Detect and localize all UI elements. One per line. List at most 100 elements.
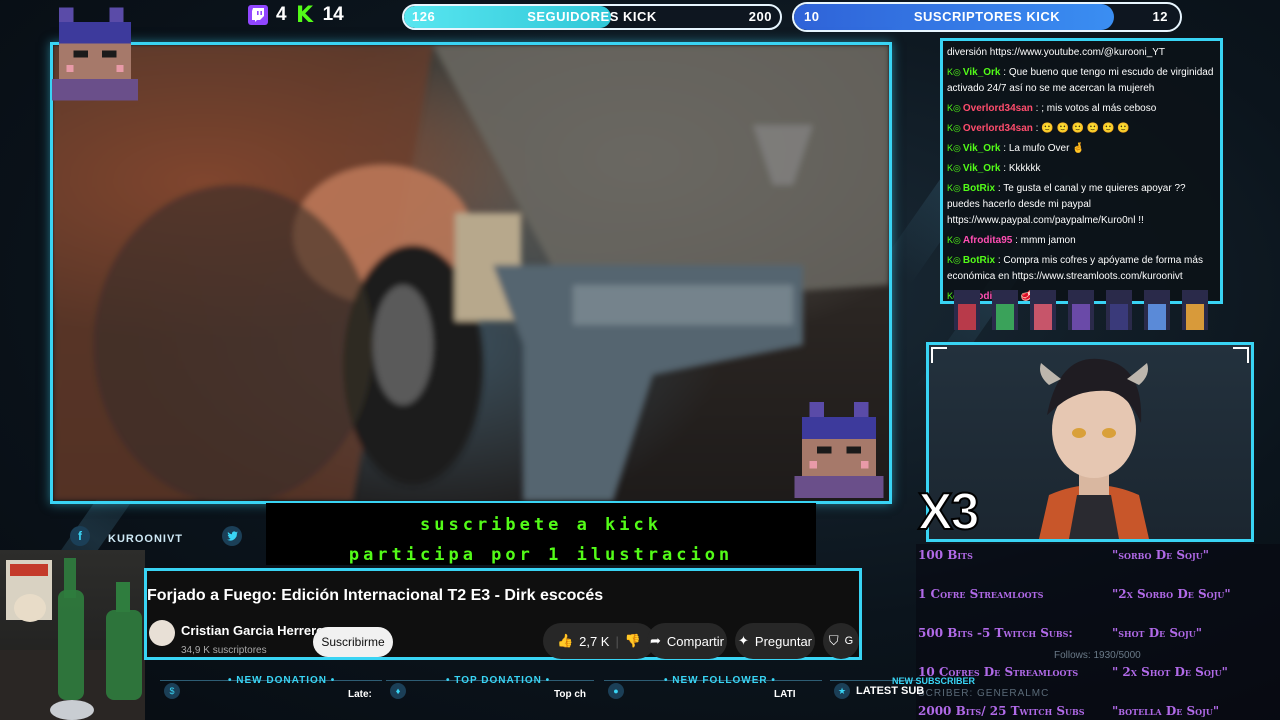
new-donation-value: Late: [348, 689, 372, 700]
chat-text: : ; mis votos al más ceboso [1032, 103, 1157, 114]
reward-prize: "2x Sorbo De Soju" [1112, 587, 1231, 601]
new-follower-value: LATI [774, 689, 796, 700]
twitter-icon[interactable] [222, 526, 242, 546]
chat-message: K◎ Vik_Ork : Que bueno que tengo mi escu… [947, 64, 1216, 97]
share-button[interactable]: ➦ Compartir [647, 623, 727, 659]
kick-badge-icon: K◎ [947, 235, 961, 245]
kick-badge-icon: K◎ [947, 143, 961, 153]
share-label: Compartir [666, 633, 724, 649]
like-count: 2,7 K [579, 633, 610, 649]
follower-icon: ● [608, 683, 624, 699]
video-content [53, 45, 889, 501]
video-frame-image [53, 45, 889, 501]
top-donation-icon: ♦ [390, 683, 406, 699]
chat-text: : La mufo Over 🤞 [1000, 143, 1085, 154]
chat-username[interactable]: Afrodita95 [963, 235, 1012, 246]
chat-text: : mmm jamon [1012, 235, 1076, 246]
chat-username[interactable]: BotRix [963, 183, 995, 194]
desk-scene [0, 558, 145, 720]
donation-icon: $ [164, 683, 180, 699]
reward-condition: 100 Bits [918, 548, 973, 562]
chat-username[interactable]: Overlord34san [963, 103, 1033, 114]
reward-row: 500 Bits -5 Twitch Subs: "shot De Soju" [916, 626, 1280, 646]
followers-goal-bar: 126 SEGUIDORES KICK 200 [402, 4, 782, 30]
subs-goal-bar: 10 SUSCRIPTORES KICK 12 [792, 2, 1182, 32]
kick-icon: K [296, 2, 314, 28]
chat-message: K◎ Overlord34san : 🙂 🙂 🙂 🙂 🙂 🙂 [947, 120, 1216, 137]
new-subscriber-label: NEW SUBSCRIBER [892, 676, 976, 686]
chat-text: diversión https://www.youtube.com/@kuroo… [947, 47, 1166, 58]
reward-prize: "sorbo De Soju" [1112, 548, 1210, 562]
desk-camera [0, 550, 145, 720]
reward-prize: " 2x Shot De Soju" [1112, 665, 1228, 679]
like-dislike-group[interactable]: 👍 2,7 K | 👎 [543, 623, 655, 659]
ask-button[interactable]: ✦ Preguntar [735, 623, 815, 659]
twitch-icon [248, 5, 268, 25]
pixel-mascot-icon [52, 7, 138, 101]
chat-text: : Kkkkkk [1000, 163, 1041, 174]
reward-condition: 1 Cofre Streamloots [918, 587, 1044, 601]
subscriber-overlay: SCRIBER: GENERALMC [918, 688, 1050, 699]
thumbs-down-icon[interactable]: 👎 [625, 633, 641, 649]
thumbs-up-icon[interactable]: 👍 [557, 633, 573, 649]
ticker-new-donation: $ • NEW DONATION • Late: [160, 675, 382, 707]
reward-condition: 2000 Bits/ 25 Twitch Subs [918, 704, 1085, 718]
new-follower-label: • NEW FOLLOWER • [664, 675, 776, 686]
facebook-handle[interactable]: KUROONIVT [108, 533, 183, 545]
pixel-characters-row [954, 290, 1208, 330]
chat-username[interactable]: Vik_Ork [963, 143, 1001, 154]
chat-panel[interactable]: diversión https://www.youtube.com/@kuroo… [940, 38, 1223, 304]
facebook-icon[interactable]: f [70, 526, 90, 546]
youtube-info-panel: Forjado a Fuego: Edición Internacional T… [144, 568, 862, 660]
kick-viewer-count: 14 [322, 4, 344, 25]
new-donation-label: • NEW DONATION • [228, 675, 336, 686]
kick-badge-icon: K◎ [947, 163, 961, 173]
latest-sub-label: LATEST SUB [856, 685, 925, 697]
reward-prize: "botella De Soju" [1112, 704, 1220, 718]
reward-condition: 500 Bits -5 Twitch Subs: [918, 626, 1073, 640]
banner-line-1: suscribete a kick [420, 515, 662, 535]
chat-message: K◎ Vik_Ork : La mufo Over 🤞 [947, 140, 1216, 157]
chat-text: : 🙂 🙂 🙂 🙂 🙂 🙂 [1032, 123, 1130, 134]
channel-name[interactable]: Cristian Garcia Herrero [181, 623, 324, 638]
chat-message: K◎ BotRix : Te gusta el canal y me quier… [947, 180, 1216, 229]
chat-message: K◎ Vik_Ork : Kkkkkk [947, 160, 1216, 177]
chat-username[interactable]: Overlord34san [963, 123, 1033, 134]
save-label: G [844, 635, 854, 647]
pixel-mascot-icon [794, 402, 884, 498]
twitch-viewer-count: 4 [276, 4, 287, 25]
followers-goal-target: 200 [748, 9, 772, 24]
kick-promo-banner: suscribete a kick participa por 1 ilustr… [266, 503, 816, 565]
chat-username[interactable]: BotRix [963, 255, 995, 266]
ask-label: Preguntar [754, 633, 812, 649]
save-button[interactable]: ⛉ G [823, 623, 859, 659]
chat-message: K◎ Afrodita95 : mmm jamon [947, 232, 1216, 249]
reward-row: 100 Bits "sorbo De Soju" [916, 548, 1280, 568]
kick-badge-icon: K◎ [947, 255, 961, 265]
channel-avatar[interactable] [149, 620, 175, 646]
main-video-frame[interactable] [50, 42, 892, 504]
frame-corner [1233, 347, 1249, 363]
channel-subscribers: 34,9 K suscriptores [181, 645, 267, 656]
sub-icon: ★ [834, 683, 850, 699]
chat-username[interactable]: Vik_Ork [963, 163, 1001, 174]
banner-line-2: participa por 1 ilustracion [348, 545, 734, 565]
chat-message: K◎ Overlord34san : ; mis votos al más ce… [947, 100, 1216, 117]
top-donation-value: Top ch [554, 689, 587, 700]
subs-goal-target: 12 [1152, 9, 1168, 24]
top-donation-label: • TOP DONATION • [446, 675, 551, 686]
platform-counters: 4 K 14 [248, 2, 344, 28]
kick-badge-icon: K◎ [947, 123, 961, 133]
chat-username[interactable]: Vik_Ork [963, 67, 1001, 78]
subs-goal-label: SUSCRIPTORES KICK [913, 9, 1061, 24]
ticker-top-donation: ♦ • TOP DONATION • Top ch [386, 675, 594, 707]
reward-row: 2000 Bits/ 25 Twitch Subs "botella De Soj… [916, 704, 1280, 720]
kick-badge-icon: K◎ [947, 67, 961, 77]
reward-prize: "shot De Soju" [1112, 626, 1203, 640]
subscribe-button[interactable]: Suscribirme [313, 627, 393, 657]
follows-overlay: Follows: 1930/5000 [1054, 650, 1141, 661]
share-icon: ➦ [650, 633, 661, 648]
chat-message: diversión https://www.youtube.com/@kuroo… [947, 45, 1216, 61]
video-title[interactable]: Forjado a Fuego: Edición Internacional T… [147, 587, 603, 605]
multiplier-text: X3 [917, 482, 981, 542]
